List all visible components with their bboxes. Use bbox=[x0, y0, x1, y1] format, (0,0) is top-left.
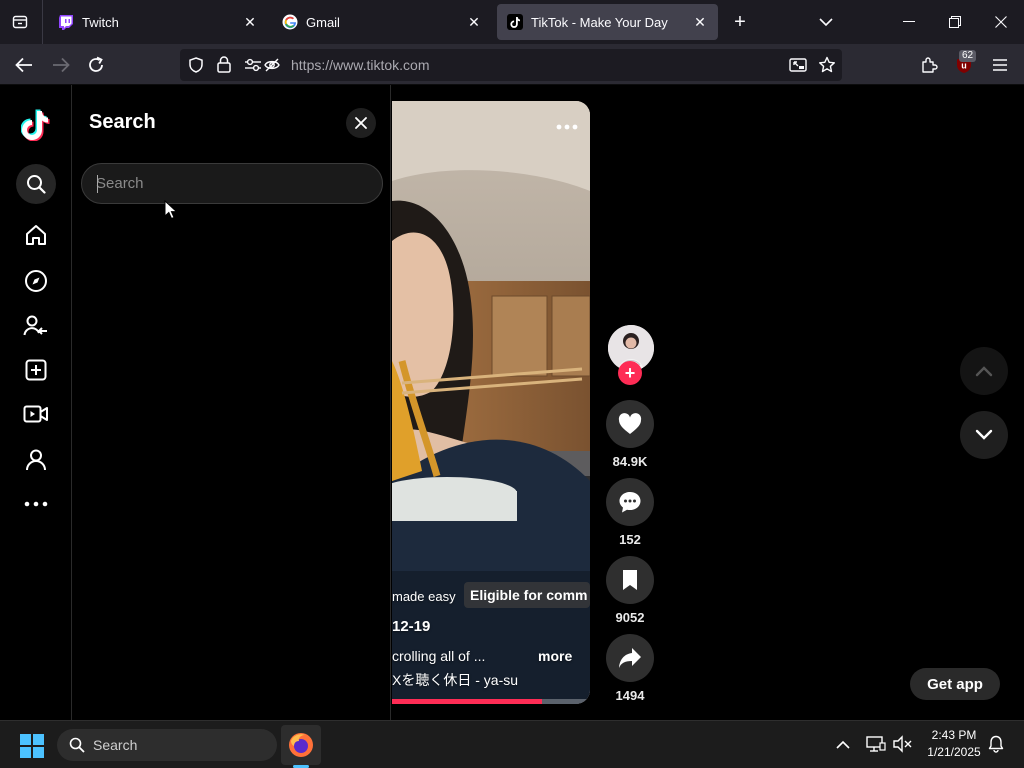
back-icon[interactable] bbox=[11, 52, 37, 78]
comment-button[interactable] bbox=[606, 478, 654, 526]
video-camera-icon[interactable] bbox=[16, 394, 56, 434]
url-bar[interactable]: https://www.tiktok.com bbox=[180, 49, 842, 81]
share-icon bbox=[619, 648, 641, 668]
firefox-icon bbox=[289, 733, 313, 757]
like-count: 84.9K bbox=[612, 454, 648, 469]
comment-icon bbox=[619, 492, 641, 513]
video-frame-image bbox=[392, 101, 590, 704]
close-icon[interactable]: ✕ bbox=[466, 14, 482, 30]
firefox-taskbar-button[interactable] bbox=[281, 725, 321, 765]
save-count: 9052 bbox=[615, 610, 645, 625]
taskbar-search-box[interactable]: Search bbox=[57, 729, 277, 761]
menu-hamburger-icon[interactable] bbox=[987, 52, 1013, 78]
previous-video-button[interactable] bbox=[960, 347, 1008, 395]
video-date: 12-19 bbox=[392, 618, 431, 635]
windows-start-icon[interactable] bbox=[20, 734, 44, 763]
search-panel: Search bbox=[73, 85, 391, 720]
caption-more-link[interactable]: more bbox=[538, 648, 572, 664]
close-icon[interactable]: ✕ bbox=[242, 14, 258, 30]
taskbar-search-label: Search bbox=[93, 737, 138, 753]
firefox-view-icon[interactable] bbox=[8, 10, 32, 34]
next-video-button[interactable] bbox=[960, 411, 1008, 459]
taskbar-clock[interactable]: 2:43 PM 1/21/2025 bbox=[920, 727, 988, 761]
close-icon bbox=[355, 117, 367, 129]
save-button[interactable] bbox=[606, 556, 654, 604]
tab-label: Gmail bbox=[306, 14, 340, 30]
bookmark-star-icon[interactable] bbox=[818, 56, 836, 79]
close-window-icon[interactable] bbox=[978, 0, 1024, 44]
browser-tab-strip: Twitch ✕ Gmail ✕ TikTok - Make Your Day … bbox=[0, 0, 1024, 44]
extension-badge: 62 bbox=[959, 50, 977, 62]
user-icon[interactable] bbox=[16, 440, 56, 480]
search-icon[interactable] bbox=[16, 164, 56, 204]
clock-time: 2:43 PM bbox=[931, 728, 977, 742]
tiktok-page: Search Search made easy Eligible for com… bbox=[0, 85, 1024, 720]
search-icon bbox=[69, 737, 85, 753]
tracking-protection-off-icon[interactable] bbox=[264, 57, 280, 78]
chevron-up-icon bbox=[975, 366, 993, 377]
tiktok-logo-icon[interactable] bbox=[16, 105, 56, 145]
compass-icon[interactable] bbox=[16, 261, 56, 301]
svg-text:u: u bbox=[961, 61, 967, 71]
twitch-icon bbox=[58, 14, 74, 30]
tab-twitch[interactable]: Twitch ✕ bbox=[48, 4, 268, 40]
volume-muted-icon[interactable] bbox=[892, 735, 912, 758]
shield-icon[interactable] bbox=[188, 57, 204, 78]
video-tag-text: made easy bbox=[392, 589, 456, 604]
heart-icon bbox=[618, 413, 642, 434]
restore-window-icon[interactable] bbox=[932, 0, 978, 44]
share-count: 1494 bbox=[615, 688, 645, 703]
following-icon[interactable] bbox=[16, 306, 56, 346]
minimize-window-icon[interactable] bbox=[886, 0, 932, 44]
home-icon[interactable] bbox=[16, 215, 56, 255]
tab-label: TikTok - Make Your Day bbox=[531, 14, 668, 30]
tab-tiktok[interactable]: TikTok - Make Your Day ✕ bbox=[497, 4, 718, 40]
forward-icon[interactable] bbox=[48, 52, 74, 78]
video-progress-track[interactable] bbox=[392, 699, 590, 704]
google-icon bbox=[282, 14, 298, 30]
chevron-down-icon bbox=[975, 429, 993, 440]
network-icon[interactable] bbox=[866, 735, 886, 758]
video-caption: crolling all of ... bbox=[392, 648, 486, 664]
video-player[interactable]: made easy Eligible for comm 12-19 crolli… bbox=[392, 101, 590, 704]
show-hidden-icons-chevron-icon[interactable] bbox=[836, 737, 850, 755]
tab-gmail[interactable]: Gmail ✕ bbox=[272, 4, 492, 40]
search-input-wrapper[interactable] bbox=[81, 163, 383, 204]
close-icon[interactable]: ✕ bbox=[692, 14, 708, 30]
permissions-icon[interactable] bbox=[244, 57, 262, 78]
extensions-icon[interactable] bbox=[916, 52, 942, 78]
tab-list-chevron-icon[interactable] bbox=[814, 10, 838, 34]
video-music[interactable]: Xを聴く休日 - ya-su bbox=[392, 670, 518, 690]
new-tab-icon[interactable]: + bbox=[728, 10, 752, 34]
mouse-cursor-icon bbox=[164, 199, 178, 225]
tiktok-icon bbox=[507, 14, 523, 30]
bookmark-icon bbox=[623, 570, 637, 590]
get-app-button[interactable]: Get app bbox=[910, 668, 1000, 700]
browser-nav-bar: https://www.tiktok.com u 62 bbox=[0, 44, 1024, 85]
windows-taskbar: Search 2:43 PM 1/21/2025 bbox=[0, 720, 1024, 768]
tab-separator bbox=[42, 0, 43, 44]
more-options-icon[interactable] bbox=[556, 117, 578, 135]
text-caret bbox=[97, 175, 98, 193]
plus-square-icon[interactable] bbox=[16, 350, 56, 390]
comment-count: 152 bbox=[619, 532, 641, 547]
like-button[interactable] bbox=[606, 400, 654, 448]
notification-bell-icon[interactable] bbox=[988, 735, 1004, 758]
search-input[interactable] bbox=[96, 164, 366, 203]
video-progress-fill bbox=[392, 699, 543, 704]
clock-date: 1/21/2025 bbox=[927, 745, 981, 759]
left-nav bbox=[0, 85, 72, 720]
close-search-button[interactable] bbox=[346, 108, 376, 138]
share-button[interactable] bbox=[606, 634, 654, 682]
reload-icon[interactable] bbox=[83, 52, 109, 78]
search-panel-title: Search bbox=[89, 111, 156, 133]
lock-icon[interactable] bbox=[217, 56, 231, 78]
follow-plus-icon[interactable]: + bbox=[618, 361, 642, 385]
more-icon[interactable] bbox=[16, 484, 56, 524]
picture-in-picture-icon[interactable] bbox=[789, 57, 807, 78]
eligible-badge[interactable]: Eligible for comm bbox=[464, 582, 590, 608]
tab-label: Twitch bbox=[82, 14, 119, 30]
url-text[interactable]: https://www.tiktok.com bbox=[291, 57, 429, 73]
